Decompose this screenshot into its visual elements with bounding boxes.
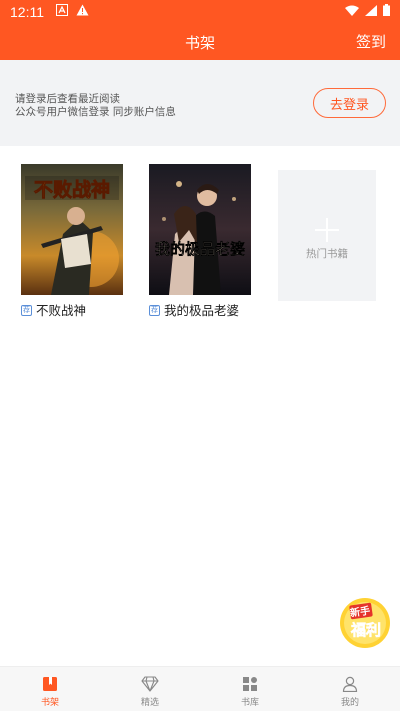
login-button[interactable]: 去登录 bbox=[313, 88, 386, 118]
nav-item-mine[interactable]: 我的 bbox=[300, 667, 400, 711]
diamond-icon bbox=[141, 676, 159, 692]
bottom-nav: 书架 精选 书库 我的 bbox=[0, 666, 400, 711]
book-title[interactable]: 不败战神 bbox=[36, 303, 86, 318]
hot-books-button[interactable]: 热门书籍 bbox=[278, 170, 376, 301]
plus-icon bbox=[315, 218, 339, 242]
grid-icon bbox=[243, 677, 257, 691]
recommend-tag: 荐 bbox=[149, 305, 160, 316]
signal-icon bbox=[365, 4, 377, 20]
login-banner: 请登录后查看最近阅读 公众号用户微信登录 同步账户信息 去登录 bbox=[0, 60, 400, 146]
book-cover[interactable]: 不败战神 bbox=[21, 164, 123, 295]
a-icon bbox=[56, 4, 68, 20]
title-bar: 书架 签到 bbox=[0, 24, 400, 60]
hot-books-label: 热门书籍 bbox=[306, 248, 348, 260]
cover-title-text: 不败战神 bbox=[34, 178, 110, 201]
nav-label: 书架 bbox=[40, 698, 59, 708]
book-item[interactable]: 我的极品老婆 荐 我的极品老婆 bbox=[149, 164, 251, 318]
checkin-button[interactable]: 签到 bbox=[356, 31, 386, 52]
nav-item-featured[interactable]: 精选 bbox=[100, 667, 200, 711]
battery-icon bbox=[383, 4, 390, 20]
bookshelf-icon bbox=[43, 677, 57, 691]
recommend-tag: 荐 bbox=[21, 305, 32, 316]
nav-label: 我的 bbox=[340, 698, 359, 708]
book-item[interactable]: 不败战神 荐 不败战神 bbox=[21, 164, 123, 318]
person-icon bbox=[342, 676, 358, 692]
page-title: 书架 bbox=[184, 34, 215, 52]
welfare-line2: 福利 bbox=[350, 621, 381, 639]
status-bar: 12:11 bbox=[0, 0, 400, 24]
wifi-icon bbox=[345, 5, 359, 20]
newbie-welfare-badge[interactable]: 新手 福利 bbox=[339, 597, 391, 649]
book-cover[interactable]: 我的极品老婆 bbox=[149, 164, 251, 295]
login-sync-text: 公众号用户微信登录 同步账户信息 bbox=[15, 106, 176, 118]
cover-title-text: 我的极品老婆 bbox=[155, 240, 245, 258]
nav-item-library[interactable]: 书库 bbox=[200, 667, 300, 711]
status-time: 12:11 bbox=[10, 4, 44, 20]
warning-icon bbox=[76, 4, 89, 20]
nav-label: 书库 bbox=[240, 698, 259, 708]
book-title[interactable]: 我的极品老婆 bbox=[164, 303, 239, 318]
nav-item-bookshelf[interactable]: 书架 bbox=[0, 667, 100, 711]
nav-label: 精选 bbox=[140, 698, 159, 708]
